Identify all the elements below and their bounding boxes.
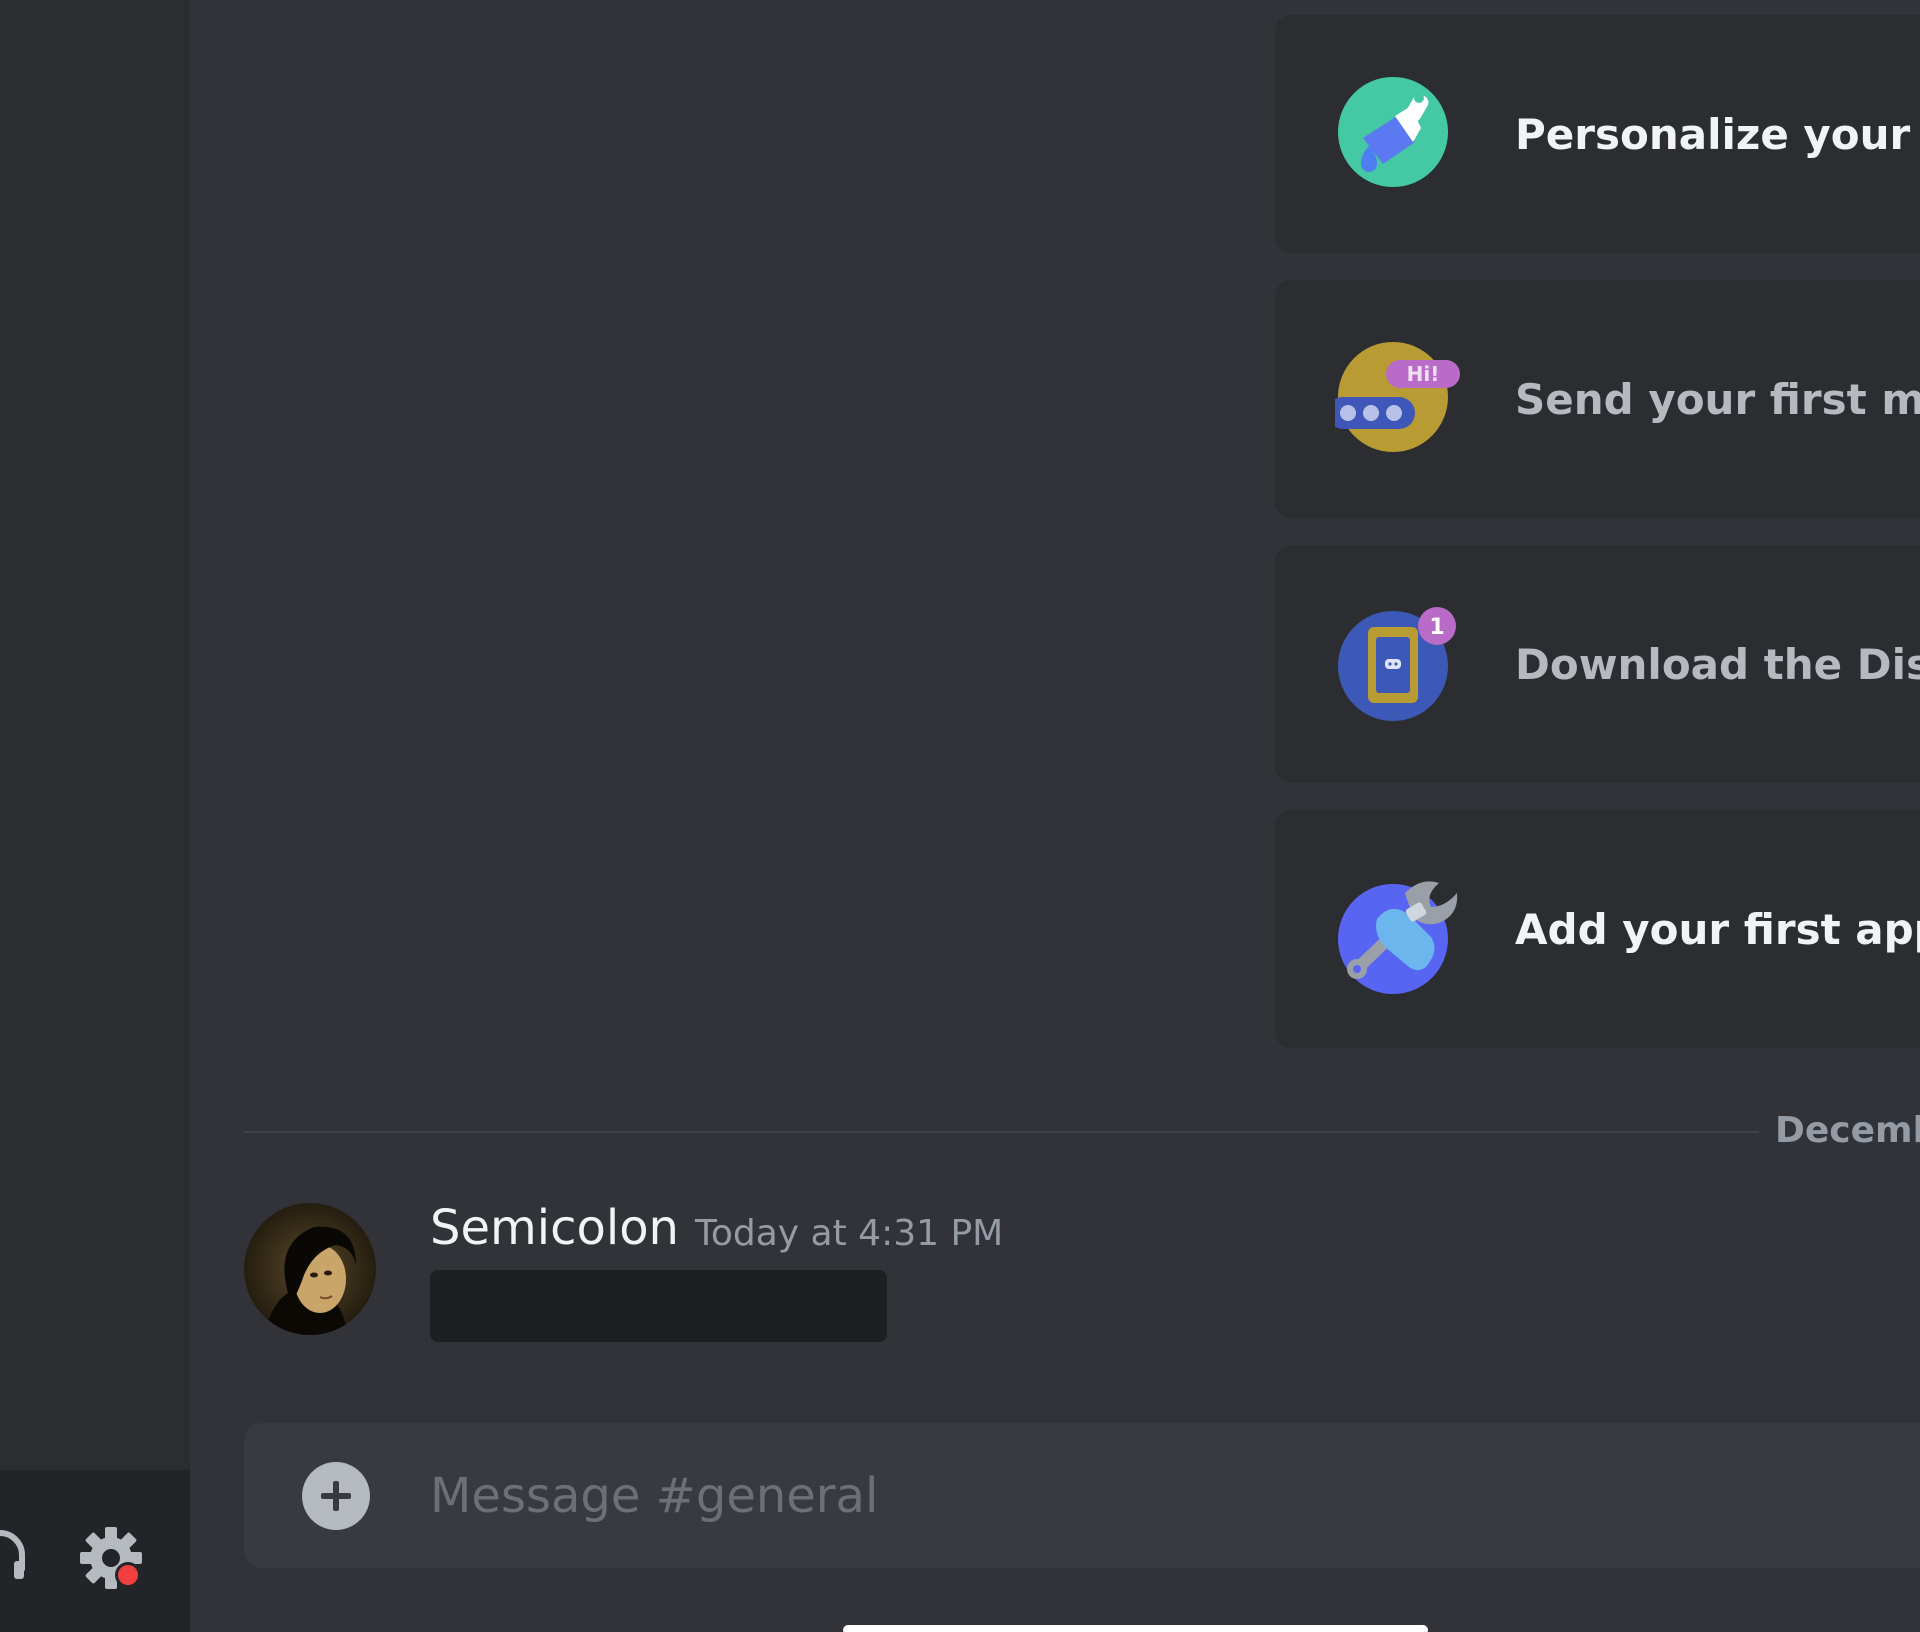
- mobile-app-icon: 1: [1335, 606, 1456, 726]
- hi-chat-bubble-icon: Hi!: [1327, 341, 1460, 461]
- message-content-redacted: [430, 1270, 887, 1342]
- onboarding-card-personalize[interactable]: Personalize your ser: [1275, 15, 1920, 253]
- onboarding-card-first-message[interactable]: Hi! Send your first mess: [1275, 280, 1920, 518]
- message-timestamp: Today at 4:31 PM: [695, 1213, 1004, 1254]
- card-label: Download the Disco: [1515, 639, 1920, 689]
- card-label: Personalize your ser: [1515, 109, 1920, 159]
- plus-icon: [321, 1481, 351, 1511]
- avatar[interactable]: [244, 1203, 376, 1335]
- badge-count: 1: [1429, 615, 1444, 640]
- notification-dot: [118, 1565, 138, 1585]
- onboarding-card-download-app[interactable]: 1 Download the Disco: [1275, 545, 1920, 783]
- headphone-icon[interactable]: [0, 1525, 30, 1585]
- onboarding-card-add-app[interactable]: Add your first app: [1275, 810, 1920, 1048]
- message-input[interactable]: [430, 1423, 1830, 1568]
- home-indicator: [843, 1625, 1428, 1632]
- settings-icon[interactable]: [78, 1525, 144, 1591]
- card-label: Send your first mess: [1515, 374, 1920, 424]
- date-divider-line: [244, 1131, 1759, 1133]
- paintbrush-icon: [1335, 76, 1455, 196]
- wrench-hand-icon: [1335, 871, 1458, 994]
- card-label: Add your first app: [1515, 904, 1920, 954]
- svg-text:Hi!: Hi!: [1407, 362, 1440, 386]
- message-composer: [244, 1423, 1920, 1568]
- date-divider-label: Decemb: [1775, 1110, 1920, 1151]
- message-author[interactable]: Semicolon: [430, 1200, 679, 1256]
- add-attachment-button[interactable]: [302, 1462, 370, 1530]
- channel-sidebar: [0, 0, 190, 1632]
